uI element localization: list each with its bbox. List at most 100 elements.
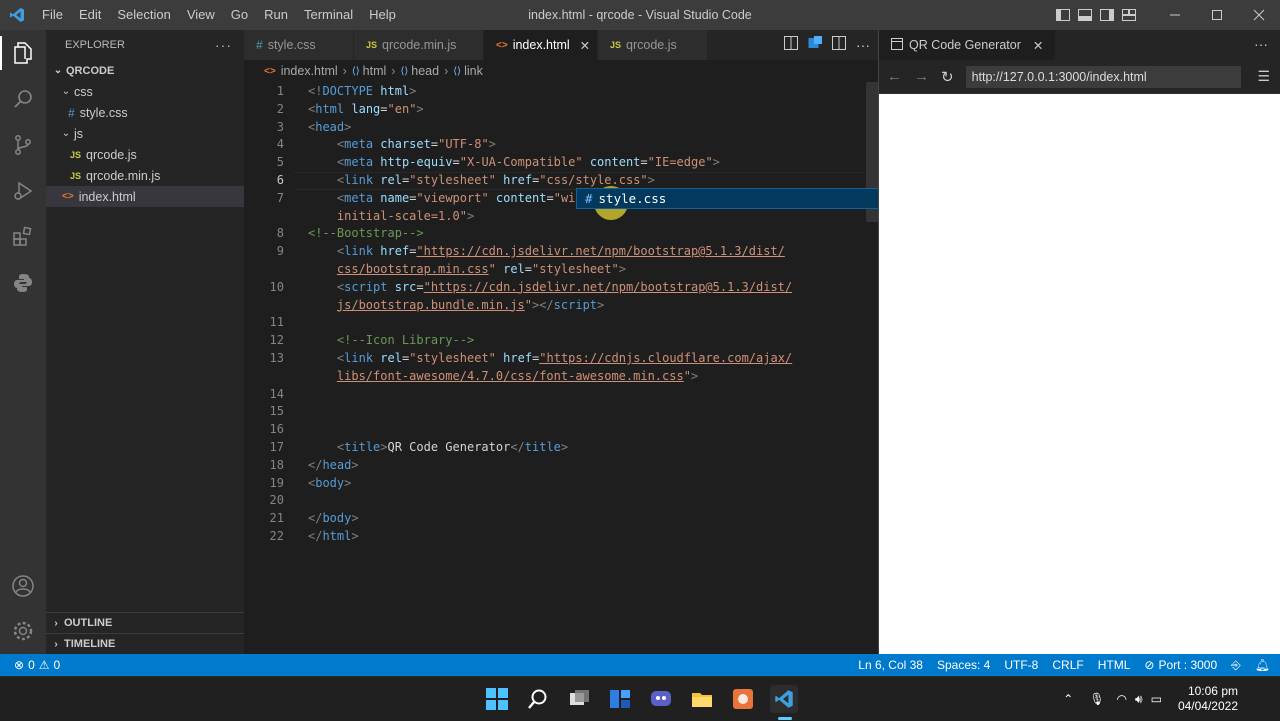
more-actions-icon[interactable]: ··· <box>215 37 232 53</box>
suggestion-item-style-css[interactable]: style.css <box>599 191 667 206</box>
minimize-icon[interactable] <box>1154 0 1196 30</box>
reload-icon[interactable]: ↻ <box>941 68 954 86</box>
explorer-icon[interactable] <box>0 30 46 76</box>
live-server-port[interactable]: ⊘ Port : 3000 <box>1137 658 1224 672</box>
code-line[interactable]: </head> <box>308 458 359 472</box>
tab-style-css[interactable]: # style.css <box>244 30 354 60</box>
code-line[interactable]: <script src="https://cdn.jsdelivr.net/np… <box>308 280 792 294</box>
source-control-icon[interactable] <box>0 122 46 168</box>
tab-qrcode-min-js[interactable]: JS qrcode.min.js <box>354 30 484 60</box>
run-debug-icon[interactable] <box>0 168 46 214</box>
menu-selection[interactable]: Selection <box>109 0 178 30</box>
forward-arrow-icon[interactable]: → <box>914 68 929 85</box>
language-mode[interactable]: HTML <box>1091 658 1138 672</box>
tab-index-html[interactable]: <> index.html ✕ <box>484 30 598 60</box>
code-line[interactable]: <meta http-equiv="X-UA-Compatible" conte… <box>308 155 720 169</box>
file-explorer-icon[interactable] <box>688 685 716 713</box>
menu-help[interactable]: Help <box>361 0 404 30</box>
indentation[interactable]: Spaces: 4 <box>930 658 997 672</box>
menu-icon[interactable]: ☰ <box>1257 68 1270 85</box>
search-icon[interactable] <box>0 76 46 122</box>
office-app-icon[interactable] <box>729 685 757 713</box>
line-ending[interactable]: CRLF <box>1045 658 1090 672</box>
accounts-icon[interactable] <box>0 563 46 609</box>
code-line[interactable]: js/bootstrap.bundle.min.js"></script> <box>308 298 604 312</box>
maximize-icon[interactable] <box>1196 0 1238 30</box>
close-tab-icon[interactable]: ✕ <box>1033 38 1043 53</box>
feedback-icon[interactable]: ⎆ <box>1224 658 1248 673</box>
teams-chat-icon[interactable] <box>647 685 675 713</box>
encoding[interactable]: UTF-8 <box>997 658 1045 672</box>
code-line[interactable]: <link rel="stylesheet" href="css/style.c… <box>308 173 655 187</box>
preview-content[interactable] <box>879 94 1280 654</box>
problems-indicator[interactable]: ⊗ 0 ⚠ 0 <box>0 658 67 672</box>
toggle-panel-icon[interactable] <box>1074 0 1096 30</box>
open-preview-icon[interactable] <box>784 35 798 55</box>
menu-terminal[interactable]: Terminal <box>296 0 361 30</box>
breadcrumb-link[interactable]: link <box>464 64 483 78</box>
show-hidden-icons-icon[interactable]: ⌃ <box>1055 692 1081 706</box>
tab-qr-code-generator[interactable]: QR Code Generator ✕ <box>879 30 1057 60</box>
code-line[interactable]: <meta name="viewport" content="wi <box>308 191 576 205</box>
code-line[interactable]: </body> <box>308 511 359 525</box>
toggle-sidebar-icon[interactable] <box>1052 0 1074 30</box>
menu-run[interactable]: Run <box>256 0 296 30</box>
code-line[interactable]: <body> <box>308 476 351 490</box>
code-line[interactable]: <!--Bootstrap--> <box>308 226 424 240</box>
url-bar[interactable]: http://127.0.0.1:3000/index.html <box>965 65 1242 88</box>
folder-css[interactable]: ⌄ css <box>46 81 244 102</box>
outline-section[interactable]: › OUTLINE <box>46 612 244 633</box>
code-line[interactable]: <link rel="stylesheet" href="https://cdn… <box>308 351 792 365</box>
editor-scrollbar[interactable] <box>866 82 878 654</box>
volume-icon[interactable]: 🔊︎ <box>1131 692 1147 707</box>
wifi-icon[interactable]: ◠ <box>1113 692 1131 706</box>
close-tab-icon[interactable]: ✕ <box>580 38 590 53</box>
code-line[interactable]: <title>QR Code Generator</title> <box>308 440 568 454</box>
breadcrumb-head[interactable]: head <box>411 64 439 78</box>
code-line[interactable]: <html lang="en"> <box>308 102 424 116</box>
widgets-icon[interactable] <box>606 685 634 713</box>
menu-view[interactable]: View <box>179 0 223 30</box>
back-arrow-icon[interactable]: ← <box>887 68 902 85</box>
menu-go[interactable]: Go <box>223 0 256 30</box>
menu-edit[interactable]: Edit <box>71 0 109 30</box>
code-line[interactable]: <meta charset="UTF-8"> <box>308 137 496 151</box>
menu-file[interactable]: File <box>34 0 71 30</box>
python-icon[interactable] <box>0 260 46 306</box>
code-line[interactable]: libs/font-awesome/4.7.0/css/font-awesome… <box>308 369 698 383</box>
customize-layout-icon[interactable] <box>1118 0 1140 30</box>
code-line[interactable]: <link href="https://cdn.jsdelivr.net/npm… <box>308 244 785 258</box>
settings-gear-icon[interactable] <box>0 608 46 654</box>
microphone-icon[interactable]: 🎙︎ <box>1081 692 1112 706</box>
go-live-preview-icon[interactable] <box>808 35 822 55</box>
task-view-icon[interactable] <box>566 685 594 713</box>
file-index-html[interactable]: <> index.html <box>46 186 244 207</box>
battery-icon[interactable]: ▭ <box>1147 692 1166 706</box>
code-line[interactable]: initial-scale=1.0"> <box>308 209 474 223</box>
windows-start-icon[interactable] <box>483 685 511 713</box>
file-qrcode-min-js[interactable]: JS qrcode.min.js <box>46 165 244 186</box>
close-window-icon[interactable] <box>1238 0 1280 30</box>
timeline-section[interactable]: › TIMELINE <box>46 633 244 654</box>
folder-js[interactable]: ⌄ js <box>46 123 244 144</box>
breadcrumb-html[interactable]: html <box>363 64 387 78</box>
vscode-taskbar-icon[interactable] <box>770 685 798 713</box>
code-line[interactable]: </html> <box>308 529 359 543</box>
cursor-position[interactable]: Ln 6, Col 38 <box>851 658 930 672</box>
extensions-icon[interactable] <box>0 214 46 260</box>
breadcrumb-file[interactable]: index.html <box>281 64 338 78</box>
code-line[interactable]: <!DOCTYPE html> <box>308 84 416 98</box>
code-line[interactable]: css/bootstrap.min.css" rel="stylesheet"> <box>308 262 626 276</box>
code-line[interactable]: <!--Icon Library--> <box>308 333 474 347</box>
preview-more-icon[interactable]: ··· <box>1254 36 1268 52</box>
file-style-css[interactable]: # style.css <box>46 102 244 123</box>
clock[interactable]: 10:06 pm 04/04/2022 <box>1166 684 1280 714</box>
tab-qrcode-js[interactable]: JS qrcode.js <box>598 30 708 60</box>
taskbar-search-icon[interactable] <box>524 685 552 713</box>
notifications-bell-icon[interactable]: 🔔︎ <box>1248 658 1280 672</box>
toggle-secondary-sidebar-icon[interactable] <box>1096 0 1118 30</box>
split-editor-icon[interactable] <box>832 35 846 55</box>
editor-more-icon[interactable]: ··· <box>856 37 870 53</box>
code-line[interactable]: <head> <box>308 120 351 134</box>
file-qrcode-js[interactable]: JS qrcode.js <box>46 144 244 165</box>
